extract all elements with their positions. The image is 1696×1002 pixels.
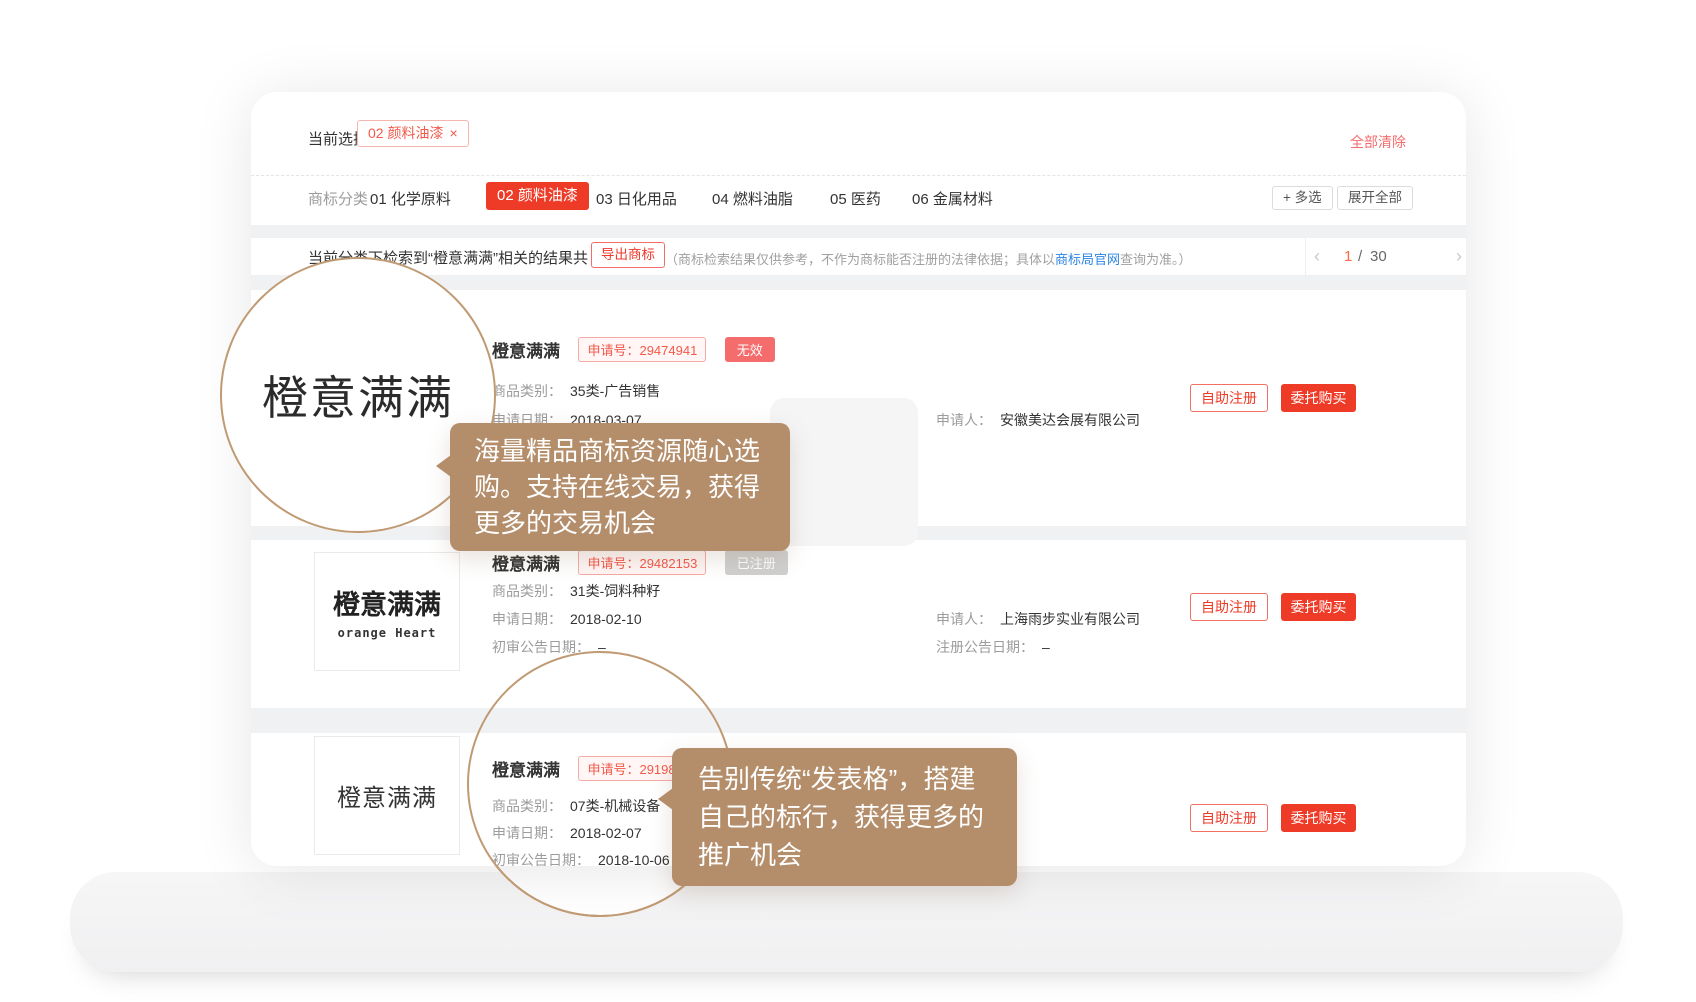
- table-row: 橙意满满 orange Heart 橙意满满 申请号：29482153 已注册 …: [251, 540, 1466, 708]
- clear-all-link[interactable]: 全部清除: [1350, 132, 1406, 152]
- trademark-name-line: 橙意满满 申请号：29482153 已注册: [492, 550, 788, 575]
- field-label: 申请日期：: [492, 825, 562, 841]
- tooltip-promotion: 告别传统“发表格”，搭建 自己的标行，获得更多的 推广机会: [672, 748, 1017, 886]
- self-register-button[interactable]: 自助注册: [1190, 804, 1268, 832]
- field-value: 2018-02-10: [570, 611, 642, 627]
- application-number-label: 申请号：: [587, 343, 639, 358]
- field-value: 2018-10-06: [598, 852, 670, 866]
- divider: [251, 175, 1466, 176]
- prev-page-icon[interactable]: ‹: [1314, 246, 1320, 267]
- tooltip-shadow-card: [770, 398, 918, 546]
- results-header: 当前分类下检索到“橙意满满”相关的结果共28 个 导出商标 （商标检索结果仅供参…: [251, 238, 1466, 276]
- field-label: 注册公告日期：: [936, 639, 1034, 655]
- trademark-office-link[interactable]: 商标局官网: [1055, 252, 1120, 267]
- field-col2: 注册公告日期：–: [936, 637, 1050, 657]
- status-badge: 已注册: [725, 550, 788, 575]
- close-icon[interactable]: ×: [449, 125, 457, 141]
- application-number: 29482153: [639, 556, 697, 571]
- field-label: 申请日期：: [492, 611, 562, 627]
- application-number: 29474941: [639, 343, 697, 358]
- field-line: 申请日期： 2018-02-07: [492, 823, 642, 843]
- tooltip-line: 告别传统“发表格”，搭建: [698, 760, 991, 798]
- summary-keyword: 橙意满满: [433, 250, 493, 267]
- tooltip-line: 更多的交易机会: [474, 505, 766, 541]
- selected-filter-tag[interactable]: 02 颜料油漆 ×: [357, 120, 469, 147]
- trademark-image-subtext: orange Heart: [338, 626, 437, 640]
- field-value: 安徽美达会展有限公司: [1000, 412, 1140, 428]
- field-line: 商品类别： 07类-机械设备: [492, 796, 660, 816]
- field-col2: 申请人： 安徽美达会展有限公司: [936, 410, 1140, 430]
- field-label: 申请人：: [936, 412, 992, 428]
- application-number-tag: 申请号：29474941: [578, 337, 706, 362]
- export-trademarks-button[interactable]: 导出商标: [591, 242, 665, 268]
- field-value: –: [598, 639, 606, 655]
- trademark-name: 橙意满满: [492, 342, 560, 361]
- page-divider: /: [1358, 248, 1362, 265]
- field-label: 初审公告日期：: [492, 639, 590, 655]
- magnified-trademark-text: 橙意满满: [262, 362, 454, 428]
- field-label: 商品类别：: [492, 798, 562, 814]
- current-page: 1: [1344, 248, 1352, 265]
- self-register-button[interactable]: 自助注册: [1190, 593, 1268, 621]
- entrust-purchase-button[interactable]: 委托购买: [1281, 384, 1356, 412]
- field-value: 上海雨步实业有限公司: [1000, 611, 1140, 627]
- summary-mid: ”相关的结果共: [493, 250, 588, 267]
- category-item-06[interactable]: 06 金属材料: [912, 188, 993, 209]
- page: 当前选择 02 颜料油漆× 全部清除 商标分类 01 化学原料 02 颜料油漆 …: [0, 0, 1696, 1002]
- application-number-label: 申请号：: [587, 762, 639, 777]
- disclaimer-text-end: 查询为准。）: [1120, 252, 1192, 267]
- multi-select-button[interactable]: + 多选: [1272, 186, 1333, 210]
- expand-all-button[interactable]: 展开全部: [1337, 186, 1413, 210]
- total-pages: 30: [1370, 248, 1387, 265]
- field-line: 初审公告日期：– 注册公告日期：–: [492, 637, 1466, 657]
- category-item-01[interactable]: 01 化学原料: [370, 188, 451, 209]
- field-line: 初审公告日期： 2018-10-06: [492, 850, 670, 866]
- field-value: 2018-02-07: [570, 825, 642, 841]
- field-value: 31类-饲料种籽: [570, 583, 660, 599]
- trademark-name: 橙意满满: [492, 761, 560, 780]
- disclaimer-text: （商标检索结果仅供参考，不作为商标能否注册的法律依据；具体以: [665, 252, 1055, 267]
- trademark-name: 橙意满满: [492, 555, 560, 574]
- trademark-image-text: 橙意满满: [337, 778, 437, 813]
- laptop-base: [70, 872, 1623, 972]
- entrust-purchase-button[interactable]: 委托购买: [1281, 804, 1356, 832]
- field-value: 35类-广告销售: [570, 383, 660, 399]
- trademark-image: 橙意满满 orange Heart: [314, 552, 460, 671]
- selected-filter-tag-text: 02 颜料油漆: [368, 125, 443, 141]
- field-value: 07类-机械设备: [570, 798, 660, 814]
- tooltip-line: 海量精品商标资源随心选: [474, 433, 766, 469]
- tooltip-line: 推广机会: [698, 836, 991, 874]
- tooltip-line: 购。支持在线交易，获得: [474, 469, 766, 505]
- next-page-icon[interactable]: ›: [1456, 246, 1462, 267]
- disclaimer: （商标检索结果仅供参考，不作为商标能否注册的法律依据；具体以商标局官网查询为准。…: [665, 249, 1192, 268]
- field-label: 商品类别：: [492, 583, 562, 599]
- tooltip-line: 自己的标行，获得更多的: [698, 798, 991, 836]
- field-line: 商品类别： 31类-饲料种籽: [492, 581, 660, 601]
- category-bar-label: 商标分类: [308, 188, 368, 209]
- field-line: 商品类别： 35类-广告销售: [492, 381, 660, 401]
- status-badge: 无效: [725, 337, 775, 362]
- field-value: –: [1042, 639, 1050, 655]
- trademark-image: 橙意满满: [314, 736, 460, 855]
- application-number-label: 申请号：: [587, 556, 639, 571]
- application-number-tag: 申请号：29482153: [578, 550, 706, 575]
- field-label: 申请人：: [936, 611, 992, 627]
- self-register-button[interactable]: 自助注册: [1190, 384, 1268, 412]
- category-item-03[interactable]: 03 日化用品: [596, 188, 677, 209]
- field-col2: 申请人： 上海雨步实业有限公司: [936, 609, 1140, 629]
- category-item-04[interactable]: 04 燃料油脂: [712, 188, 793, 209]
- tooltip-marketplace: 海量精品商标资源随心选 购。支持在线交易，获得 更多的交易机会: [450, 423, 790, 551]
- pagination: ‹ 1 / 30 ›: [1305, 238, 1465, 276]
- trademark-image-text: 橙意满满: [333, 583, 441, 622]
- category-item-05[interactable]: 05 医药: [830, 188, 881, 209]
- trademark-name-line: 橙意满满 申请号：29474941 无效: [492, 337, 775, 362]
- category-item-02-selected[interactable]: 02 颜料油漆: [486, 182, 589, 210]
- field-label: 初审公告日期：: [492, 852, 590, 866]
- field-label: 商品类别：: [492, 383, 562, 399]
- entrust-purchase-button[interactable]: 委托购买: [1281, 593, 1356, 621]
